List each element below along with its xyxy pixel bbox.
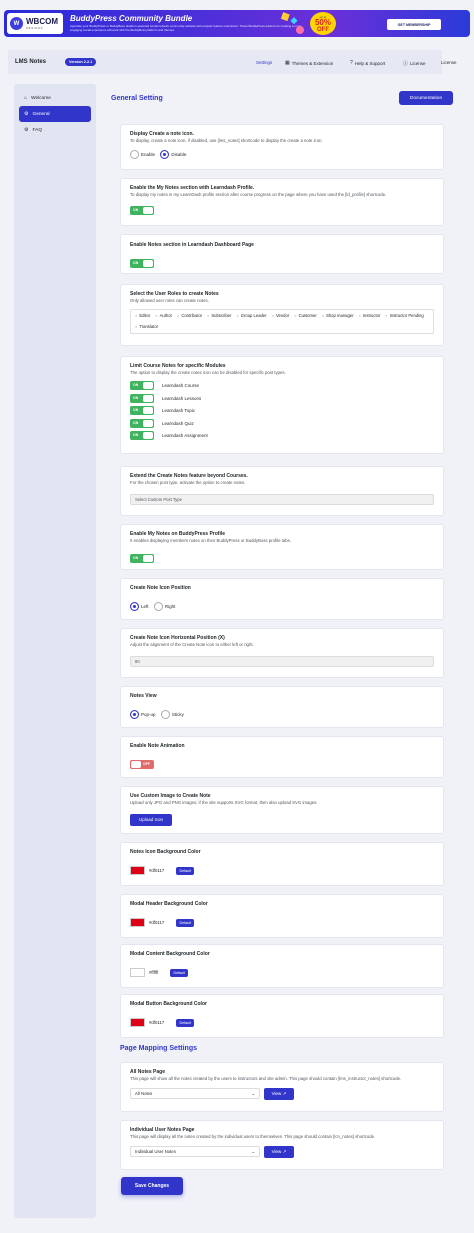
promo-banner[interactable]: W WBCOM DESIGNS BuddyPress Community Bun…: [4, 10, 470, 37]
setting-ld-dashboard: Enable Notes section in Learndash Dashbo…: [120, 234, 444, 274]
setting-user-notes-page: Individual User Notes Page This page wil…: [120, 1120, 444, 1170]
ld-profile-toggle[interactable]: ON: [130, 205, 154, 215]
module-row: ON Learndash Course: [130, 380, 434, 393]
page-mapping-title: Page Mapping Settings: [120, 1045, 198, 1052]
documentation-button[interactable]: Documentation: [399, 91, 453, 105]
logo-small-text: DESIGNS: [26, 25, 44, 30]
animation-toggle[interactable]: OFF: [130, 760, 154, 769]
role-tag[interactable]: × Vendor: [272, 312, 290, 320]
gear-icon: ⚙: [24, 111, 29, 117]
module-row: ON Learndash Assignment: [130, 430, 434, 443]
module-toggle[interactable]: ON: [130, 431, 154, 441]
default-button[interactable]: Default: [176, 1018, 195, 1027]
setting-extend-courses: Extend the Create Notes feature beyond C…: [120, 466, 444, 516]
setting-user-roles: Select the User Roles to create Notes On…: [120, 284, 444, 346]
role-tag[interactable]: × Instructor: [359, 312, 381, 320]
setting-horizontal-position: Create Note Icon Horizontal Position (X)…: [120, 628, 444, 678]
user-roles-select[interactable]: × Editor × Author × Contributor × Subscriber…: [130, 308, 434, 334]
get-membership-button[interactable]: GET MEMBERSHIP: [387, 19, 441, 30]
info-icon: ⓘ: [403, 61, 409, 67]
home-icon: ⌂: [24, 95, 28, 101]
setting-animation: Enable Note Animation OFF: [120, 736, 444, 778]
role-tag[interactable]: × Instructor Pending: [385, 312, 423, 320]
all-notes-view-button[interactable]: View ↗: [264, 1087, 294, 1100]
setting-bp-profile: Enable My Notes on BuddyPress Profile It…: [120, 524, 444, 570]
module-toggle[interactable]: ON: [130, 381, 154, 391]
user-notes-view-button[interactable]: View ↗: [264, 1145, 294, 1158]
module-row: ON Learndash Topic: [130, 405, 434, 418]
role-tag[interactable]: × Contributor: [177, 312, 202, 320]
role-tag[interactable]: × Author: [155, 312, 172, 320]
ld-dashboard-toggle[interactable]: ON: [130, 259, 154, 268]
sidebar: ⌂ Welcome ⚙ General ⚙ FAQ: [14, 84, 96, 1218]
radio-right[interactable]: Right: [153, 602, 175, 611]
chevron-down-icon: ⌄: [251, 1090, 255, 1096]
setting-modal-header-color: Modal Header Background Color #df0117 De…: [120, 894, 444, 938]
setting-notes-icon-color: Notes Icon Background Color #df0117 Defa…: [120, 842, 444, 886]
version-badge: Version 2.2.1: [65, 58, 97, 66]
role-tag[interactable]: × Translator: [135, 323, 158, 331]
setting-custom-image: Use Custom Image to Create Note Upload o…: [120, 786, 444, 834]
nav-help-support[interactable]: ? Help & Support: [350, 60, 385, 66]
custom-post-type-select[interactable]: Select Custom Post Type: [130, 493, 434, 505]
nav-themes-extension[interactable]: ▦ Themes & Extension: [285, 60, 333, 66]
setting-all-notes-page: All Notes Page This page will show all t…: [120, 1062, 444, 1112]
external-link-icon: ↗: [282, 1090, 287, 1096]
radio-disable[interactable]: Disable: [160, 149, 186, 159]
page-title: General Setting: [111, 95, 163, 102]
setting-ld-profile: Enable the My Notes section with Learnda…: [120, 178, 444, 226]
banner-title: BuddyPress Community Bundle: [70, 14, 193, 23]
wbcom-logo: W WBCOM DESIGNS: [7, 13, 63, 34]
color-swatch[interactable]: [130, 866, 145, 875]
default-button[interactable]: Default: [176, 866, 195, 875]
module-row: ON Learndash Lessons: [130, 392, 434, 405]
setting-modal-button-color: Modal Button Background Color #df0117 De…: [120, 994, 444, 1038]
sidebar-item-general[interactable]: ⚙ General: [19, 106, 91, 122]
chevron-down-icon: ⌄: [251, 1148, 255, 1154]
help-icon: ?: [350, 60, 353, 66]
setting-notes-view: Notes View Pop-up Sticky: [120, 686, 444, 728]
role-tag[interactable]: × Customer: [294, 312, 317, 320]
sidebar-item-welcome[interactable]: ⌂ Welcome: [19, 90, 91, 106]
external-link-icon: ↗: [282, 1148, 287, 1154]
plugin-header: LMS Notes Version 2.2.1 Settings ▦ Themes…: [8, 50, 457, 74]
setting-limit-modules: Limit Course Notes for specific Modules …: [120, 356, 444, 454]
wbcom-logo-mark-icon: W: [10, 17, 23, 30]
setting-icon-position: Create Note Icon Position Left Right: [120, 578, 444, 620]
all-notes-select[interactable]: All Notes ⌄: [130, 1088, 260, 1099]
horizontal-position-input[interactable]: 80: [130, 655, 434, 667]
offer-badge: up to 50% OFF: [310, 12, 336, 35]
user-notes-select[interactable]: Individual User Notes ⌄: [130, 1146, 260, 1157]
sidebar-item-faq[interactable]: ⚙ FAQ: [19, 122, 91, 138]
nav-settings[interactable]: Settings: [256, 60, 272, 65]
upload-icon-button[interactable]: Upload Icon: [130, 813, 172, 826]
nav-license[interactable]: ⓘ License: [403, 60, 426, 67]
radio-left[interactable]: Left: [130, 602, 149, 611]
setting-modal-content-color: Modal Content Background Color #ffffff D…: [120, 944, 444, 988]
default-button[interactable]: Default: [176, 918, 195, 927]
color-swatch[interactable]: [130, 918, 145, 927]
radio-enable[interactable]: Enable: [130, 149, 155, 159]
module-toggle[interactable]: ON: [130, 393, 154, 403]
radio-sticky[interactable]: Sticky: [160, 710, 184, 719]
module-toggle[interactable]: ON: [130, 418, 154, 428]
logo-big-text: WBCOM: [26, 16, 58, 26]
module-row: ON Learndash Quiz: [130, 417, 434, 430]
bp-profile-toggle[interactable]: ON: [130, 553, 154, 563]
save-changes-button[interactable]: Save Changes: [121, 1177, 183, 1195]
nav-license-2[interactable]: License: [441, 60, 457, 65]
role-tag[interactable]: × Subscriber: [207, 312, 231, 320]
role-tag[interactable]: × Editor: [135, 312, 150, 320]
grid-icon: ▦: [285, 60, 290, 66]
role-tag[interactable]: × Group Leader: [236, 312, 266, 320]
color-swatch[interactable]: [130, 968, 145, 977]
radio-popup[interactable]: Pop-up: [130, 710, 156, 719]
color-swatch[interactable]: [130, 1018, 145, 1027]
setting-display-icon: Display Create a note icon. To display, …: [120, 124, 444, 170]
default-button[interactable]: Default: [170, 968, 189, 977]
plugin-title: LMS Notes: [15, 59, 47, 65]
role-tag[interactable]: × Shop manager: [322, 312, 354, 320]
gears-icon: ⚙: [24, 127, 29, 133]
module-toggle[interactable]: ON: [130, 406, 154, 416]
